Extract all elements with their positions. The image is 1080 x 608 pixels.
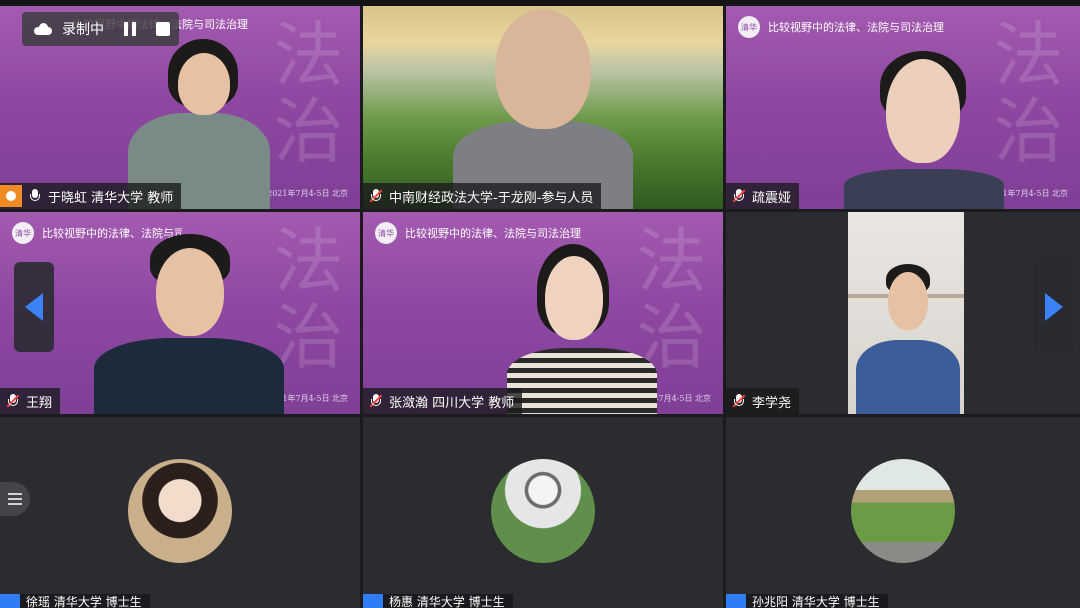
participant-video [120,19,280,209]
user-icon[interactable] [726,594,746,608]
participant-name-bar: 王翔 [0,388,61,414]
participant-name-bar: 疏震娅 [726,183,800,209]
participant-video [834,49,1014,209]
participant-name: 中南财经政法大学-于龙刚-参与人员 [389,190,594,206]
participant-name: 王翔 [26,395,53,411]
participant-name-bar: 孙兆阳 清华大学 博士生 [726,594,888,608]
avatar [128,459,232,563]
participant-name: 杨惠 清华大学 博士生 [389,594,505,608]
video-tile-2[interactable]: 中南财经政法大学-于龙刚-参与人员 [363,6,723,209]
microphone-icon [28,189,42,203]
seal-logo: 清华 [375,222,397,244]
pause-icon[interactable] [124,22,138,36]
participant-name: 疏震娅 [752,190,792,206]
participant-video [848,212,964,414]
user-icon[interactable] [363,594,383,608]
conference-banner: 清华 比较视野中的法律、法院与司法治理 [375,222,581,244]
participant-video [443,9,643,209]
participant-name: 徐瑶 清华大学 博士生 [26,594,142,608]
microphone-muted-icon [6,394,20,408]
microphone-muted-icon [369,189,383,203]
chevron-left-icon [25,293,43,321]
microphone-muted-icon [369,394,383,408]
recording-label: 录制中 [62,22,104,38]
participant-name: 李学尧 [752,395,792,411]
user-icon[interactable] [0,185,22,207]
stop-icon[interactable] [156,22,170,36]
participant-name-bar: 杨惠 清华大学 博士生 [363,594,513,608]
video-tile-3[interactable]: 法治 清华 比较视野中的法律、法院与司法治理 2021年7月4-5日 北京 疏震… [726,6,1080,209]
video-tile-6[interactable]: 李学尧 [726,212,1080,414]
conference-banner: 清华 比较视野中的法律、法院与司法治理 [738,16,944,38]
video-tile-4[interactable]: 法治 清华 比较视野中的法律、法院与司法治理 2021年7月4-5日 北京 王翔 [0,212,360,414]
participant-name-bar: 于晓虹 清华大学 教师 [0,183,182,209]
participant-name-bar: 中南财经政法大学-于龙刚-参与人员 [363,183,602,209]
microphone-muted-icon [732,189,746,203]
user-icon[interactable] [0,594,20,608]
participant-name-bar: 李学尧 [726,388,800,414]
participant-name-bar: 张潋瀚 四川大学 教师 [363,388,523,414]
video-tile-8[interactable]: 杨惠 清华大学 博士生 [363,417,723,608]
video-tile-7[interactable]: 徐瑶 清华大学 博士生 [0,417,360,608]
chevron-right-icon [1045,293,1063,321]
video-grid: 法治 比较视野中的法律、法院与司法治理 2021年7月4-5日 北京 于晓虹 清… [0,6,1080,608]
cloud-icon [34,23,52,35]
recording-control: 录制中 [22,12,179,46]
next-page-button[interactable] [1034,262,1074,352]
participant-name: 孙兆阳 清华大学 博士生 [752,594,880,608]
video-tile-5[interactable]: 法治 清华 比较视野中的法律、法院与司法治理 2021年7月4-5日 北京 张潋… [363,212,723,414]
avatar [851,459,955,563]
seal-logo: 清华 [12,222,34,244]
previous-page-button[interactable] [14,262,54,352]
microphone-muted-icon [732,394,746,408]
seal-logo: 清华 [738,16,760,38]
banner-text: 比较视野中的法律、法院与司法治理 [405,227,581,240]
list-icon [8,493,22,495]
participant-name: 于晓虹 清华大学 教师 [48,190,174,206]
banner-text: 比较视野中的法律、法院与司法治理 [768,21,944,34]
video-tile-9[interactable]: 孙兆阳 清华大学 博士生 [726,417,1080,608]
participant-name: 张潋瀚 四川大学 教师 [389,395,515,411]
participant-name-bar: 徐瑶 清华大学 博士生 [0,594,150,608]
participant-video [90,224,290,414]
avatar [491,459,595,563]
